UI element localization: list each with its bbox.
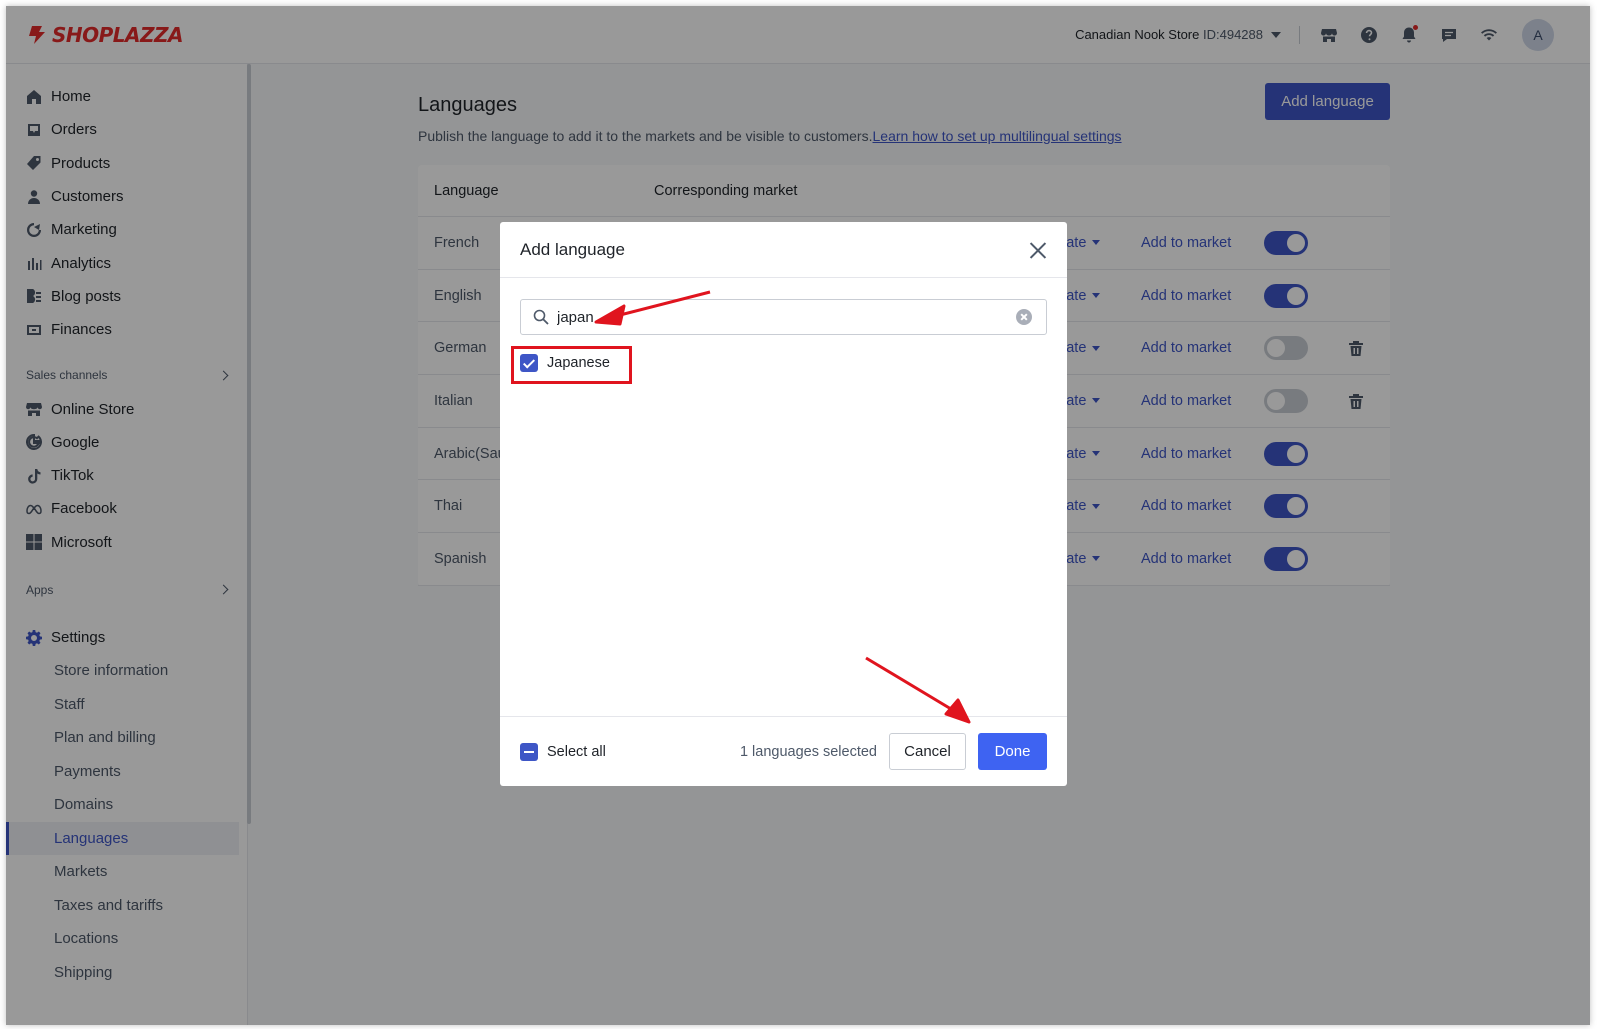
select-all-checkbox[interactable]: Select all xyxy=(520,742,606,761)
search-input[interactable] xyxy=(557,308,1016,326)
search-icon xyxy=(533,309,549,325)
add-language-dialog: Add language Japanese Select all 1 langu… xyxy=(500,222,1067,786)
clear-icon[interactable] xyxy=(1016,309,1032,325)
selected-count: 1 languages selected xyxy=(739,743,877,760)
annotation-highlight-box xyxy=(511,346,632,384)
language-search-field[interactable] xyxy=(520,299,1047,335)
dialog-header: Add language xyxy=(500,222,1067,278)
dialog-footer: Select all 1 languages selected Cancel D… xyxy=(500,716,1067,786)
dialog-title: Add language xyxy=(520,239,625,259)
select-all-label: Select all xyxy=(547,743,606,760)
close-icon[interactable] xyxy=(1029,241,1047,259)
cancel-button[interactable]: Cancel xyxy=(889,733,966,770)
checkbox-indeterminate-icon[interactable] xyxy=(520,742,538,761)
done-button[interactable]: Done xyxy=(978,733,1047,770)
app-window: SHOPLAZZA Canadian Nook Store ID:494288 xyxy=(6,6,1590,1025)
